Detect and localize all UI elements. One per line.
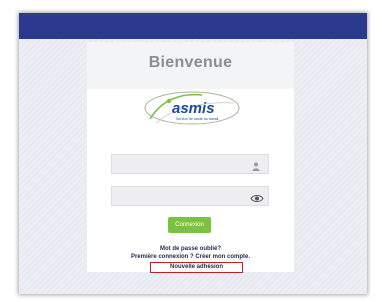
login-card-header: Bienvenue <box>87 42 294 89</box>
forgot-password-link[interactable]: Mot de passe oublié? <box>87 246 294 252</box>
eye-icon[interactable] <box>250 191 264 202</box>
login-card: Bienvenue asmis Service de santé au trav… <box>87 42 294 273</box>
top-header-bar <box>19 13 367 39</box>
logo-tagline-text: Service de santé au travail <box>176 117 219 121</box>
page-title: Bienvenue <box>148 54 233 71</box>
login-button[interactable]: Connexion <box>168 217 211 233</box>
user-icon <box>250 159 262 171</box>
username-field[interactable] <box>111 154 269 174</box>
browser-viewport: Bienvenue asmis Service de santé au trav… <box>19 13 367 294</box>
password-field[interactable] <box>111 186 269 206</box>
create-account-link[interactable]: Première connexion ? Créer mon compte. <box>87 254 294 260</box>
username-input[interactable] <box>116 157 246 171</box>
logo-brand-text: asmis <box>172 100 215 117</box>
new-membership-link[interactable]: Nouvelle adhésion <box>150 262 243 273</box>
password-input[interactable] <box>116 189 246 203</box>
asmis-logo: asmis Service de santé au travail <box>142 89 242 127</box>
